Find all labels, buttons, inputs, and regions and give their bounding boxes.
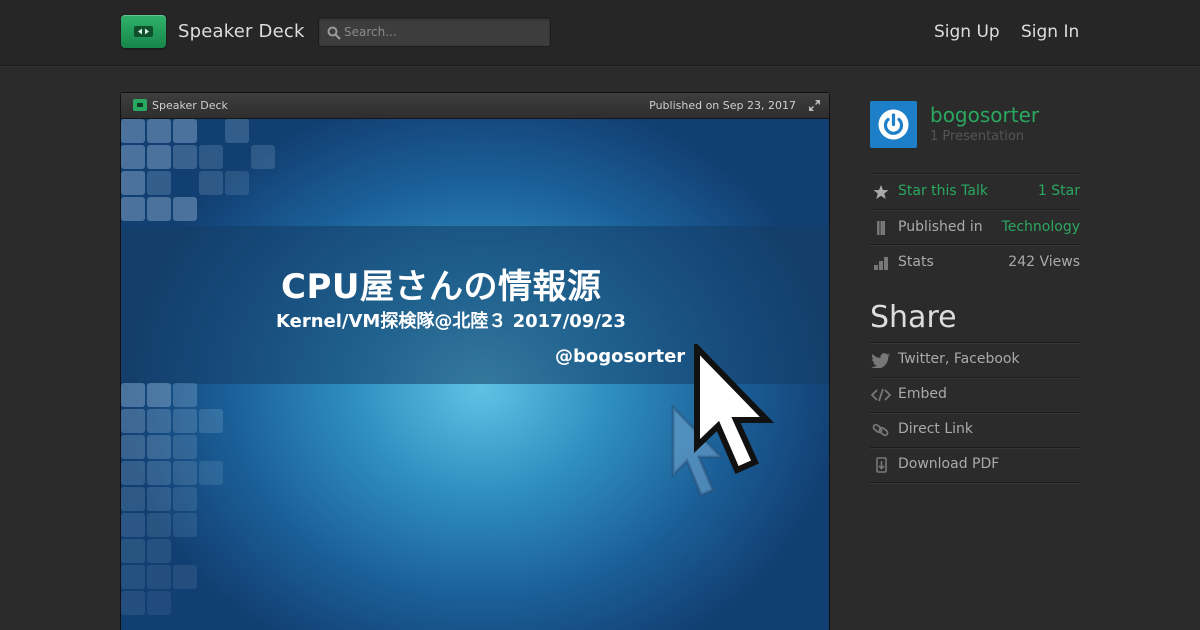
mouse-pointer-icon <box>694 344 775 474</box>
top-navigation-bar: Speaker Deck Sign Up Sign In <box>0 0 1200 66</box>
direct-link-row[interactable]: Direct Link <box>870 412 1080 447</box>
bar-chart-icon <box>874 257 888 270</box>
author-avatar[interactable] <box>870 101 917 148</box>
slide-player: Speaker Deck Published on Sep 23, 2017 C… <box>120 92 830 630</box>
star-talk-row[interactable]: Star this Talk 1 Star <box>870 173 1080 209</box>
arrows-icon <box>134 26 153 37</box>
bookmark-icon <box>877 221 885 235</box>
published-in-row: Published in Technology <box>870 209 1080 245</box>
speakerdeck-logo[interactable] <box>121 15 166 48</box>
speakerdeck-small-icon <box>133 99 147 111</box>
brand-name[interactable]: Speaker Deck <box>178 21 305 42</box>
view-count: 242 Views <box>1008 254 1080 270</box>
star-icon <box>873 185 889 199</box>
star-talk-label[interactable]: Star this Talk <box>898 183 988 199</box>
author-name-link[interactable]: bogosorter <box>930 103 1039 127</box>
sign-up-link[interactable]: Sign Up <box>934 22 1000 42</box>
player-toolbar: Speaker Deck Published on Sep 23, 2017 <box>121 93 829 119</box>
embed-label[interactable]: Embed <box>898 386 947 402</box>
search-box[interactable] <box>318 17 551 47</box>
share-heading: Share <box>870 300 957 335</box>
slide-subtitle: Kernel/VM探検隊@北陸３ 2017/09/23 <box>276 311 626 332</box>
link-icon <box>872 423 889 437</box>
download-pdf-row[interactable]: Download PDF <box>870 447 1080 482</box>
category-link[interactable]: Technology <box>1002 219 1080 235</box>
slide-author: @bogosorter <box>555 346 686 367</box>
sidebar-divider <box>870 482 1080 484</box>
search-input[interactable] <box>344 23 544 41</box>
published-in-label: Published in <box>898 219 983 235</box>
slide-title: CPU屋さんの情報源 <box>281 267 602 307</box>
download-pdf-label[interactable]: Download PDF <box>898 456 999 472</box>
star-count[interactable]: 1 Star <box>1038 183 1080 199</box>
share-social-row[interactable]: Twitter, Facebook <box>870 342 1080 377</box>
share-social-label[interactable]: Twitter, Facebook <box>898 351 1020 367</box>
download-icon <box>876 457 887 473</box>
search-icon <box>327 26 341 40</box>
player-brand[interactable]: Speaker Deck <box>152 99 228 112</box>
stats-label: Stats <box>898 254 934 270</box>
presentation-count: 1 Presentation <box>930 129 1025 144</box>
power-icon <box>878 109 909 140</box>
slide-image[interactable]: CPU屋さんの情報源 Kernel/VM探検隊@北陸３ 2017/09/23 @… <box>121 119 829 630</box>
bird-icon <box>871 353 890 368</box>
fullscreen-icon[interactable] <box>808 99 821 112</box>
stats-row: Stats 242 Views <box>870 244 1080 280</box>
sign-in-link[interactable]: Sign In <box>1021 22 1079 42</box>
published-date: Published on Sep 23, 2017 <box>649 99 796 112</box>
code-icon <box>871 388 891 402</box>
direct-link-label[interactable]: Direct Link <box>898 421 973 437</box>
embed-row[interactable]: Embed <box>870 377 1080 412</box>
